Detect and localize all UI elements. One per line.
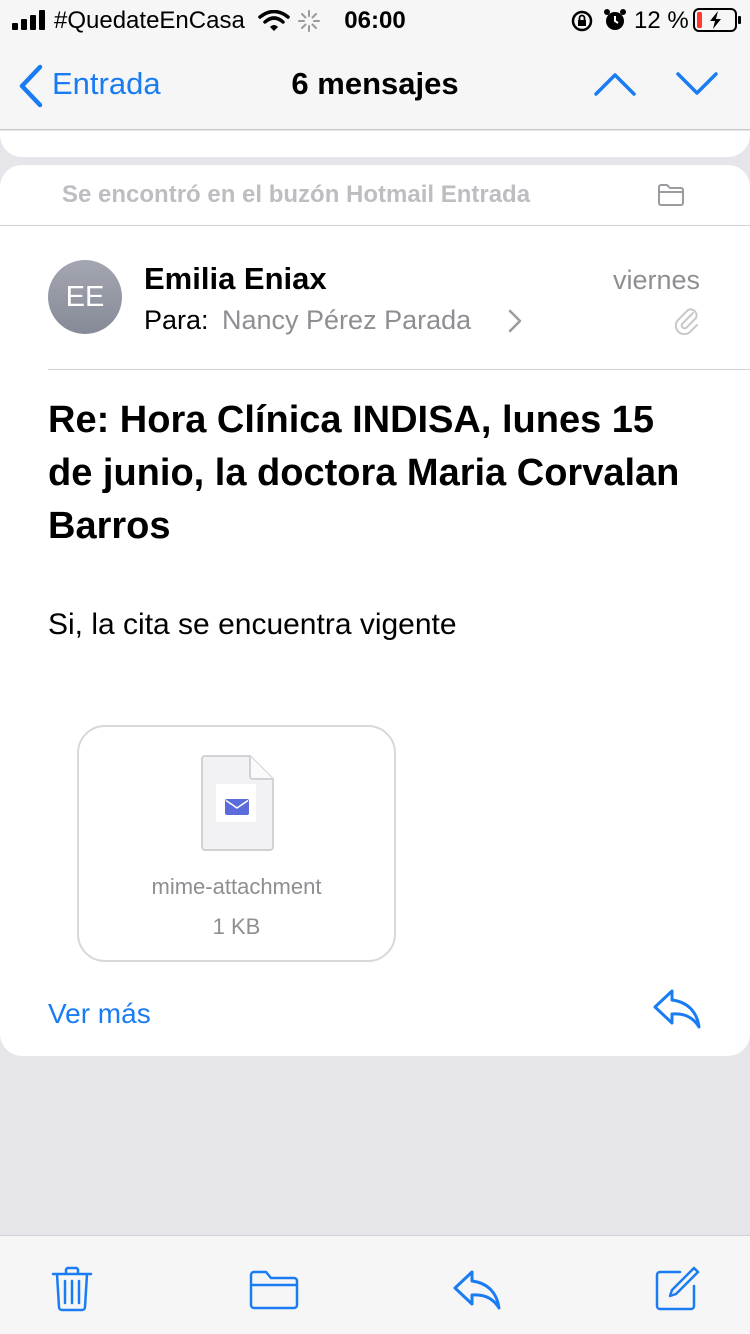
battery-charging-icon	[693, 8, 741, 32]
recipient-label: Para:	[144, 305, 209, 335]
mailbox-info-text: Se encontró en el buzón Hotmail Entrada	[62, 181, 531, 208]
alarm-icon	[604, 9, 626, 30]
orientation-lock-icon	[571, 10, 593, 32]
mailbox-info-bar: Se encontró en el buzón Hotmail Entrada	[0, 165, 750, 226]
message-body: Si, la cita se encuentra vigente	[48, 608, 457, 641]
folder-icon[interactable]	[657, 184, 685, 206]
battery-percent: 12 %	[634, 7, 689, 34]
envelope-icon	[225, 799, 249, 815]
folder-icon[interactable]	[249, 1270, 299, 1310]
page-title: 6 mensajes	[291, 66, 459, 101]
message-card: Se encontró en el buzón Hotmail Entrada …	[0, 165, 750, 1056]
message-subject: Re: Hora Clínica INDISA, lunes 15 de jun…	[48, 399, 680, 547]
status-bar: #QuedateEnCasa 06:00 12 %	[0, 0, 750, 40]
reply-icon[interactable]	[452, 1269, 502, 1311]
header-divider	[48, 369, 750, 370]
see-more-link[interactable]: Ver más	[48, 998, 151, 1030]
chevron-up-icon[interactable]	[593, 70, 637, 98]
attachment-tile[interactable]: mime-attachment 1 KB	[77, 725, 396, 962]
trash-icon[interactable]	[51, 1266, 93, 1312]
sender-name[interactable]: Emilia Eniax	[144, 261, 327, 297]
bottom-toolbar	[0, 1235, 750, 1334]
avatar[interactable]: EE	[48, 260, 122, 334]
paperclip-icon	[674, 308, 698, 335]
recipient-name[interactable]: Nancy Pérez Parada	[222, 305, 471, 336]
navigation-bar: Entrada 6 mensajes	[0, 40, 750, 130]
attachment-size: 1 KB	[212, 914, 261, 939]
chevron-right-icon[interactable]	[508, 309, 522, 333]
message-date: viernes	[612, 265, 700, 295]
compose-icon[interactable]	[654, 1266, 700, 1312]
chevron-down-icon[interactable]	[675, 70, 719, 98]
previous-message-card[interactable]	[0, 131, 750, 157]
attachment-name: mime-attachment	[151, 874, 322, 899]
reply-icon[interactable]	[652, 988, 702, 1030]
